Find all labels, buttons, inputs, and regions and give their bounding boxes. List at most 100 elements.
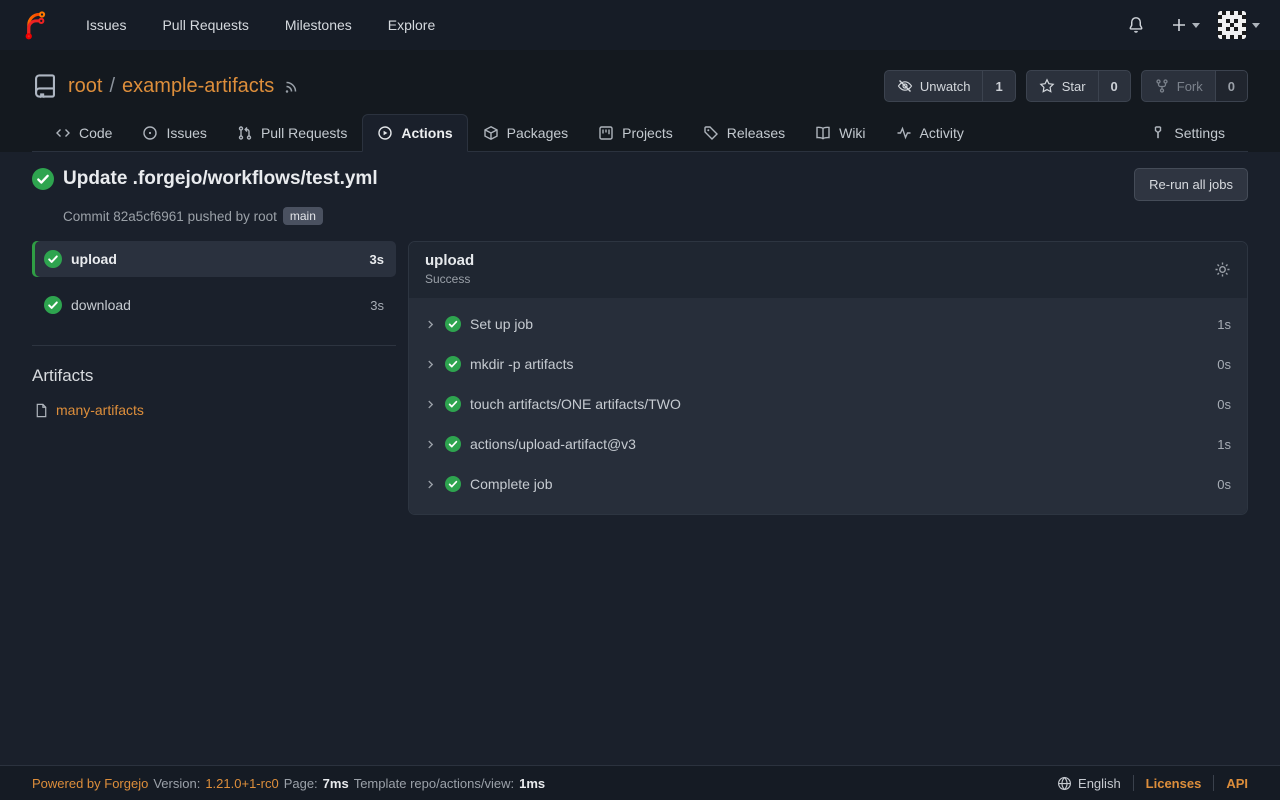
step-row-upload-artifact[interactable]: actions/upload-artifact@v3 1s	[409, 424, 1247, 464]
create-new-button[interactable]	[1163, 11, 1208, 39]
powered-by-link[interactable]: Powered by Forgejo	[32, 776, 148, 791]
api-link[interactable]: API	[1214, 776, 1248, 791]
success-check-icon	[445, 316, 461, 332]
success-check-icon	[44, 250, 62, 268]
page-time-label: Page:	[284, 776, 318, 791]
step-row-setup[interactable]: Set up job 1s	[409, 304, 1247, 344]
tab-pull-requests[interactable]: Pull Requests	[222, 114, 362, 152]
tag-icon	[703, 125, 719, 141]
unwatch-button[interactable]: Unwatch 1	[884, 70, 1016, 102]
tab-releases-label: Releases	[727, 125, 785, 141]
job-detail-title: upload	[425, 252, 474, 269]
version-label: Version:	[153, 776, 200, 791]
step-duration: 1s	[1217, 317, 1231, 332]
chevron-right-icon	[425, 399, 436, 410]
project-board-icon	[598, 125, 614, 141]
footer: Powered by Forgejo Version: 1.21.0+1-rc0…	[0, 765, 1280, 800]
step-duration: 0s	[1217, 357, 1231, 372]
eye-slash-icon	[897, 78, 913, 94]
step-duration: 0s	[1217, 477, 1231, 492]
nav-item-explore[interactable]: Explore	[370, 0, 453, 50]
step-row-touch[interactable]: touch artifacts/ONE artifacts/TWO 0s	[409, 384, 1247, 424]
job-status-text: Success	[425, 272, 474, 286]
tab-settings[interactable]: Settings	[1135, 114, 1240, 152]
forgejo-logo-icon[interactable]	[20, 10, 50, 40]
star-icon	[1039, 78, 1055, 94]
tab-code[interactable]: Code	[40, 114, 127, 152]
watch-count[interactable]: 1	[982, 71, 1014, 101]
wrench-icon	[1150, 125, 1166, 141]
job-list: upload 3s download 3s Artifacts ma	[32, 241, 396, 418]
chevron-right-icon	[425, 319, 436, 330]
tab-activity-label: Activity	[920, 125, 964, 141]
template-time-label: Template repo/actions/view:	[354, 776, 514, 791]
tab-actions-label: Actions	[401, 125, 452, 141]
divider	[32, 345, 396, 346]
tab-actions[interactable]: Actions	[362, 114, 467, 152]
star-button[interactable]: Star 0	[1026, 70, 1131, 102]
code-icon	[55, 125, 71, 141]
rerun-all-jobs-button[interactable]: Re-run all jobs	[1134, 168, 1248, 201]
step-name: Complete job	[470, 476, 553, 492]
branch-badge[interactable]: main	[283, 207, 323, 225]
step-name: mkdir -p artifacts	[470, 356, 573, 372]
language-label: English	[1078, 776, 1121, 791]
job-row-upload[interactable]: upload 3s	[32, 241, 396, 277]
chevron-right-icon	[425, 439, 436, 450]
tab-packages[interactable]: Packages	[468, 114, 583, 152]
commit-text: Commit 82a5cf6961 pushed by root	[63, 209, 277, 224]
step-name: touch artifacts/ONE artifacts/TWO	[470, 396, 681, 412]
tab-issues[interactable]: Issues	[127, 114, 221, 152]
tab-projects[interactable]: Projects	[583, 114, 688, 152]
nav-item-milestones[interactable]: Milestones	[267, 0, 370, 50]
fork-count[interactable]: 0	[1215, 71, 1247, 101]
licenses-link[interactable]: Licenses	[1134, 776, 1214, 791]
tab-wiki-label: Wiki	[839, 125, 865, 141]
nav-item-pull-requests[interactable]: Pull Requests	[144, 0, 266, 50]
tab-activity[interactable]: Activity	[881, 114, 979, 152]
version-link[interactable]: 1.21.0+1-rc0	[205, 776, 278, 791]
rss-feed-icon[interactable]	[284, 78, 300, 94]
artifact-link[interactable]: many-artifacts	[56, 402, 144, 418]
globe-icon	[1057, 776, 1072, 791]
step-name: actions/upload-artifact@v3	[470, 436, 636, 452]
repo-name-link[interactable]: example-artifacts	[122, 75, 274, 98]
step-row-complete[interactable]: Complete job 0s	[409, 464, 1247, 504]
issue-opened-icon	[142, 125, 158, 141]
language-selector[interactable]: English	[1057, 776, 1133, 791]
job-name: download	[71, 297, 131, 313]
file-icon	[34, 403, 49, 418]
fork-button[interactable]: Fork 0	[1141, 70, 1248, 102]
step-row-mkdir[interactable]: mkdir -p artifacts 0s	[409, 344, 1247, 384]
notifications-bell-icon[interactable]	[1119, 10, 1153, 40]
success-check-icon	[445, 476, 461, 492]
success-check-icon	[445, 396, 461, 412]
chevron-right-icon	[425, 479, 436, 490]
job-row-download[interactable]: download 3s	[32, 287, 396, 323]
artifacts-heading: Artifacts	[32, 366, 396, 386]
tab-releases[interactable]: Releases	[688, 114, 800, 152]
tab-settings-label: Settings	[1174, 125, 1225, 141]
success-check-icon	[44, 296, 62, 314]
repo-owner-link[interactable]: root	[68, 75, 102, 98]
fork-icon	[1154, 78, 1170, 94]
gear-icon[interactable]	[1214, 261, 1231, 278]
play-circle-icon	[377, 125, 393, 141]
run-title: Update .forgejo/workflows/test.yml	[63, 168, 378, 190]
book-icon	[815, 125, 831, 141]
success-check-icon	[445, 356, 461, 372]
success-check-icon	[32, 168, 54, 190]
tab-wiki[interactable]: Wiki	[800, 114, 880, 152]
page-time-value: 7ms	[323, 776, 349, 791]
tab-packages-label: Packages	[507, 125, 568, 141]
tab-pull-requests-label: Pull Requests	[261, 125, 347, 141]
nav-item-issues[interactable]: Issues	[68, 0, 144, 50]
user-menu[interactable]	[1218, 11, 1260, 39]
artifact-item[interactable]: many-artifacts	[32, 402, 396, 418]
repo-header: root / example-artifacts Unwatch 1	[0, 50, 1280, 152]
repo-path-separator: /	[109, 75, 115, 98]
avatar	[1218, 11, 1246, 39]
star-count[interactable]: 0	[1098, 71, 1130, 101]
actions-run-view: Update .forgejo/workflows/test.yml Re-ru…	[0, 152, 1280, 765]
step-duration: 0s	[1217, 397, 1231, 412]
